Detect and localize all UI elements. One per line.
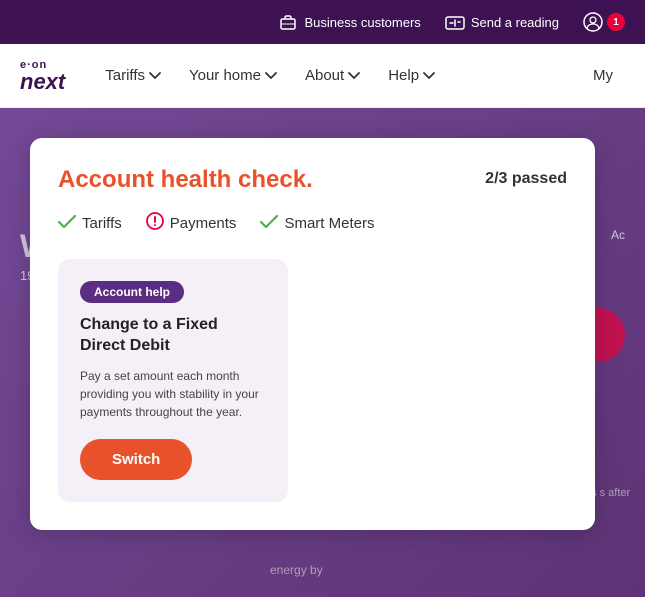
check-ok-icon	[58, 214, 76, 234]
logo[interactable]: e·on next	[20, 59, 65, 93]
modal-overlay: Account health check. 2/3 passed Tariffs	[0, 108, 645, 597]
check-tariffs: Tariffs	[58, 214, 122, 234]
modal-header: Account health check. 2/3 passed	[58, 166, 567, 194]
health-check-modal: Account health check. 2/3 passed Tariffs	[30, 138, 595, 530]
business-customers-label: Business customers	[304, 15, 420, 30]
main-nav: e·on next Tariffs Your home About Help M…	[0, 44, 645, 108]
card-title: Change to a Fixed Direct Debit	[80, 315, 266, 357]
nav-help[interactable]: Help	[376, 59, 447, 92]
nav-about[interactable]: About	[293, 59, 372, 92]
info-card: Account help Change to a Fixed Direct De…	[58, 259, 288, 502]
check-ok-icon-2	[260, 214, 278, 234]
nav-tariffs-label: Tariffs	[105, 67, 145, 84]
nav-my[interactable]: My	[581, 59, 625, 92]
logo-next: next	[20, 71, 65, 93]
nav-my-label: My	[593, 67, 613, 84]
check-smart-meters-label: Smart Meters	[284, 215, 374, 232]
account-link[interactable]: 1	[583, 12, 625, 32]
card-tag: Account help	[80, 281, 184, 303]
card-description: Pay a set amount each month providing yo…	[80, 367, 266, 421]
nav-tariffs[interactable]: Tariffs	[93, 59, 173, 92]
chevron-down-icon	[149, 72, 161, 80]
checks-row: Tariffs Payments Smart Meters	[58, 212, 567, 235]
notification-badge: 1	[607, 13, 625, 31]
chevron-down-icon	[348, 72, 360, 80]
send-reading-label: Send a reading	[471, 15, 559, 30]
chevron-down-icon	[265, 72, 277, 80]
nav-about-label: About	[305, 67, 344, 84]
nav-help-label: Help	[388, 67, 419, 84]
chevron-down-icon	[423, 72, 435, 80]
switch-button[interactable]: Switch	[80, 439, 192, 480]
briefcase-icon	[278, 12, 298, 32]
send-reading-link[interactable]: Send a reading	[445, 12, 559, 32]
check-smart-meters: Smart Meters	[260, 214, 374, 234]
nav-your-home[interactable]: Your home	[177, 59, 289, 92]
check-tariffs-label: Tariffs	[82, 215, 122, 232]
passed-badge: 2/3 passed	[485, 170, 567, 188]
top-utility-bar: Business customers Send a reading 1	[0, 0, 645, 44]
meter-icon	[445, 12, 465, 32]
nav-your-home-label: Your home	[189, 67, 261, 84]
check-payments: Payments	[146, 212, 237, 235]
check-warn-icon	[146, 212, 164, 235]
nav-items: Tariffs Your home About Help My	[93, 59, 625, 92]
business-customers-link[interactable]: Business customers	[278, 12, 420, 32]
modal-title: Account health check.	[58, 166, 313, 194]
check-payments-label: Payments	[170, 215, 237, 232]
account-icon	[583, 12, 603, 32]
